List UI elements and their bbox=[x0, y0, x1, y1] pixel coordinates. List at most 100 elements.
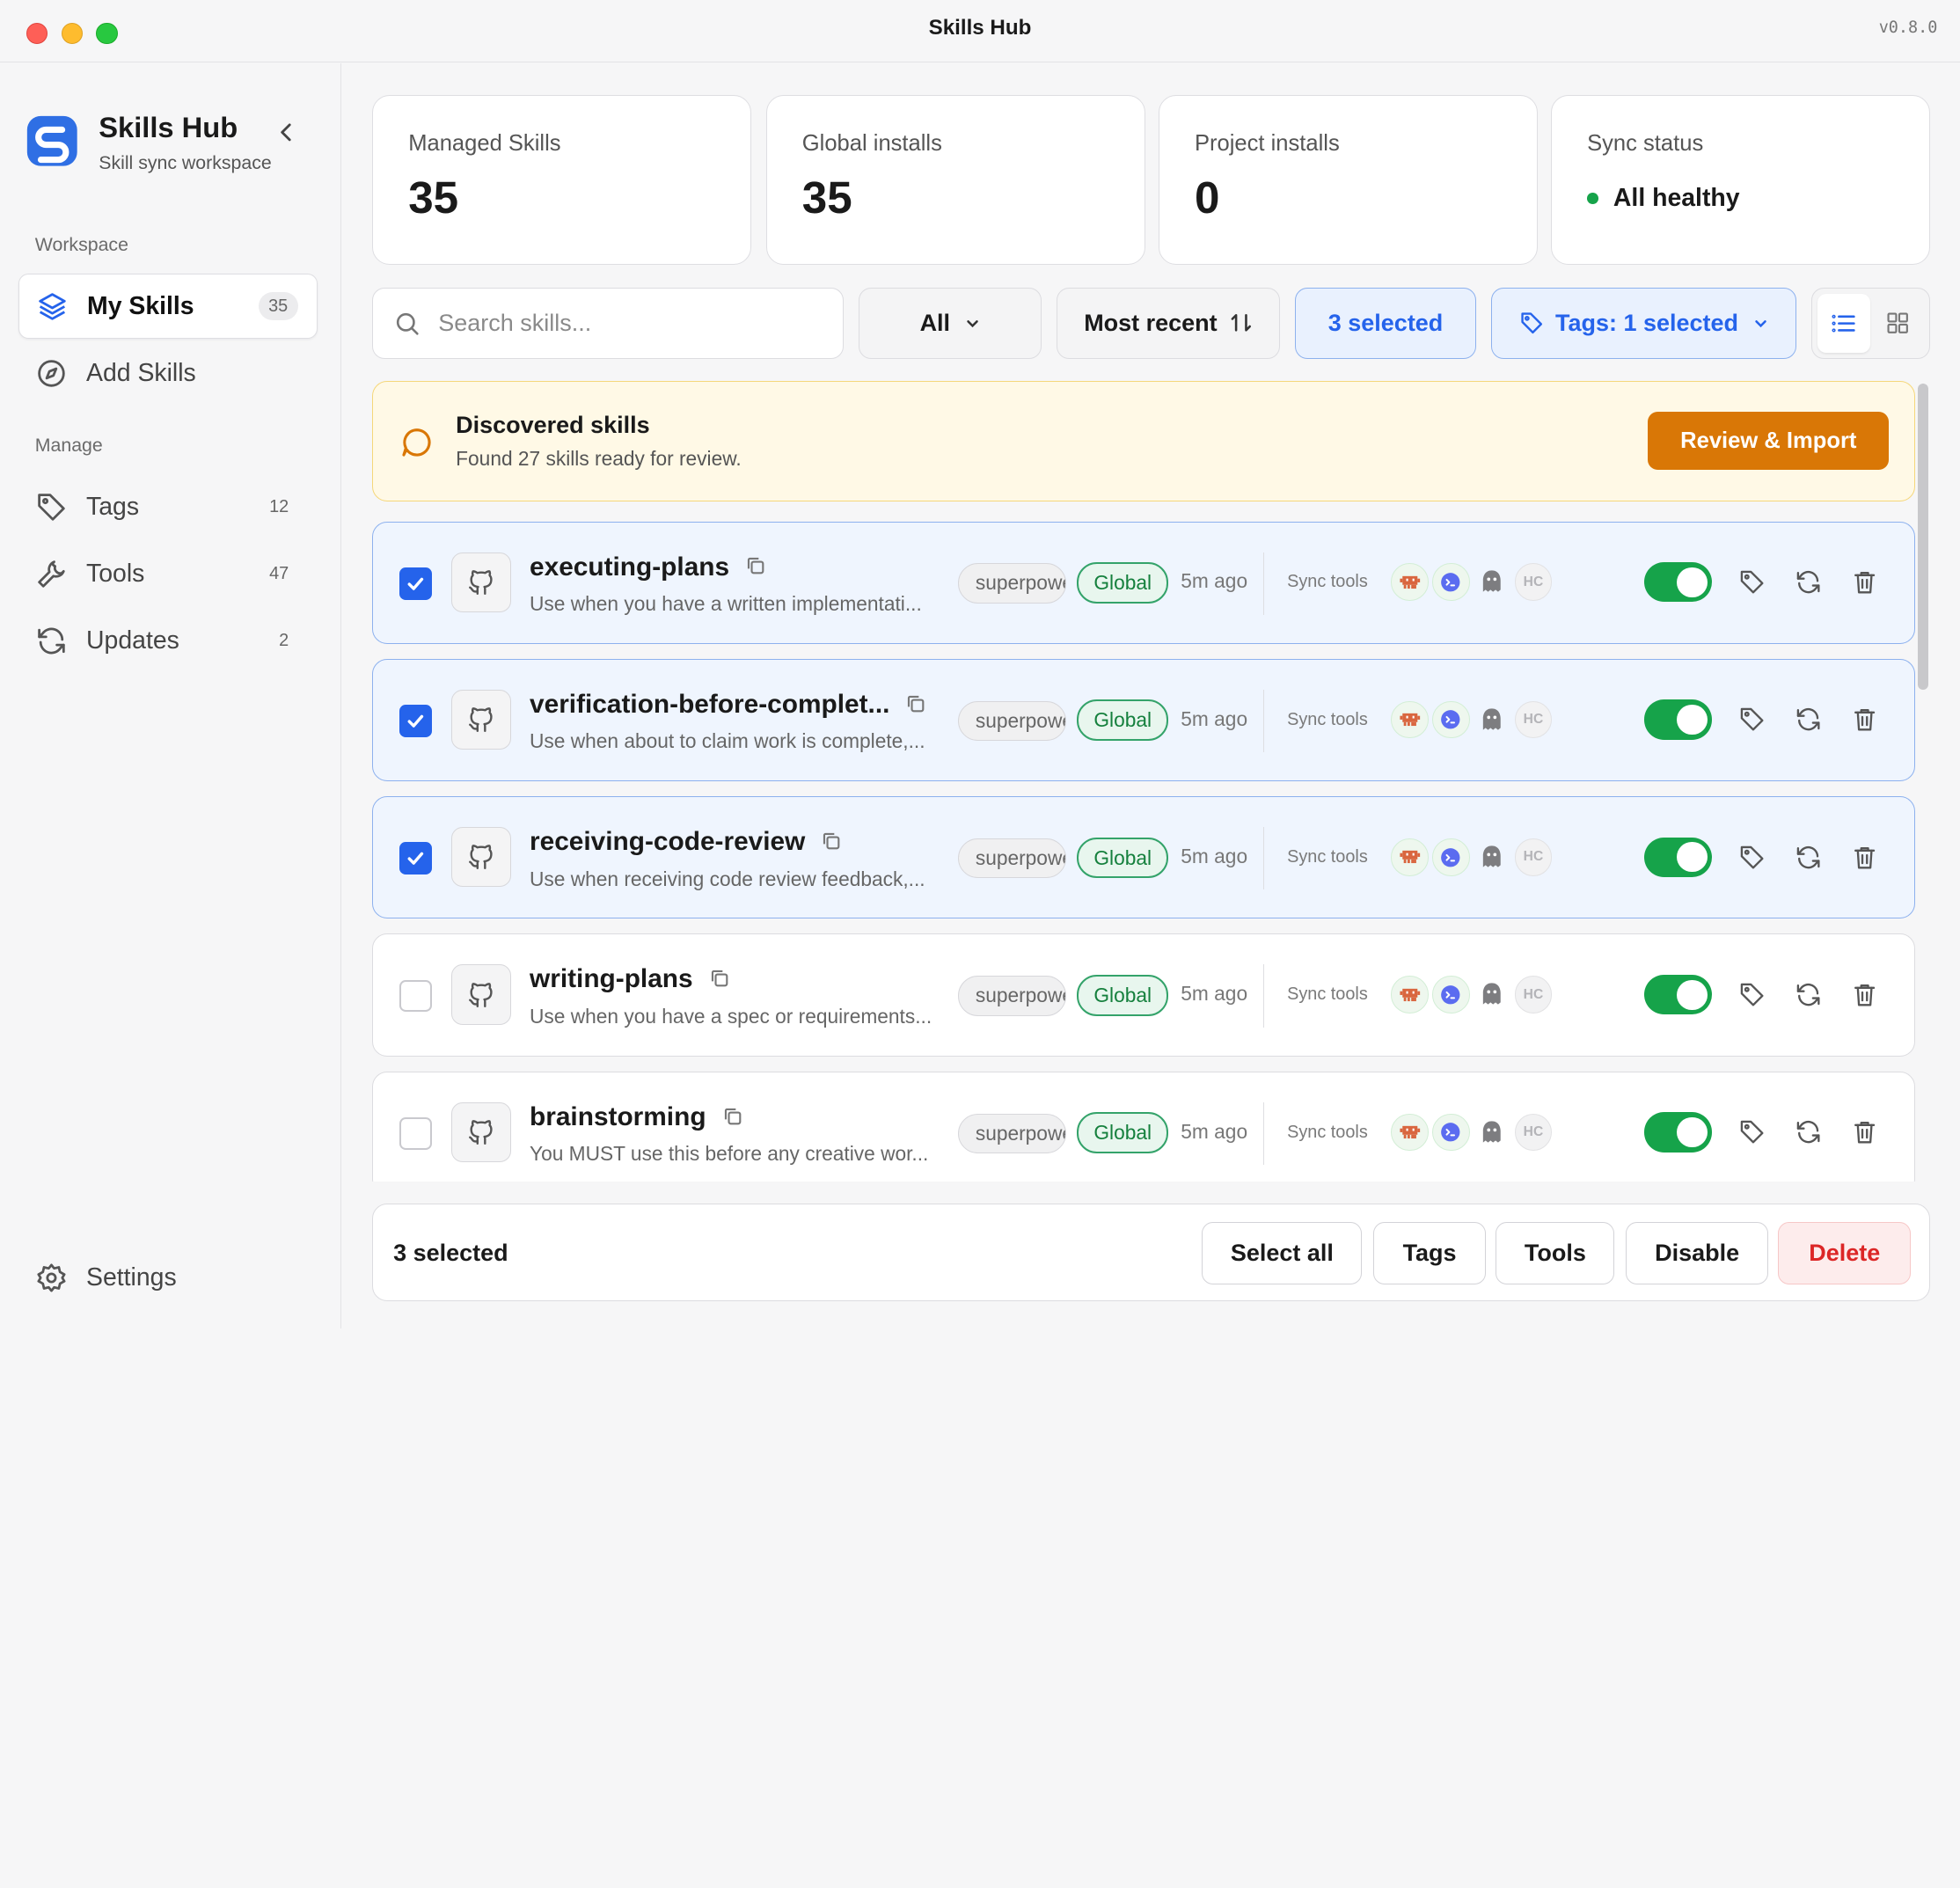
skill-checkbox[interactable] bbox=[399, 1116, 433, 1150]
codex-tool-icon[interactable] bbox=[1431, 563, 1470, 601]
skill-name[interactable]: executing-plans bbox=[530, 552, 729, 582]
search-input[interactable] bbox=[438, 309, 814, 337]
skill-checkbox[interactable] bbox=[399, 704, 433, 737]
brand: Skills Hub Skill sync workspace bbox=[25, 111, 272, 174]
enable-toggle[interactable] bbox=[1644, 561, 1713, 603]
copy-icon[interactable] bbox=[904, 692, 927, 715]
hc-tool-badge[interactable]: HC bbox=[1514, 976, 1553, 1014]
skill-name-wrap: brainstorming bbox=[530, 1102, 743, 1132]
sidebar-item-label: My Skills bbox=[87, 291, 194, 320]
codex-tool-icon[interactable] bbox=[1431, 976, 1470, 1014]
gemini-tool-icon[interactable] bbox=[1474, 701, 1511, 739]
sidebar-item-updates[interactable]: Updates 2 bbox=[18, 609, 318, 674]
row-delete-button[interactable] bbox=[1848, 841, 1881, 874]
codex-tool-icon[interactable] bbox=[1431, 838, 1470, 876]
claude-tool-icon[interactable] bbox=[1391, 1113, 1429, 1152]
copy-icon[interactable] bbox=[820, 830, 843, 853]
sync-tools-label: Sync tools bbox=[1287, 1122, 1368, 1142]
select-all-button[interactable]: Select all bbox=[1202, 1222, 1363, 1285]
filter-dropdown[interactable]: All bbox=[859, 287, 1042, 359]
skill-name[interactable]: brainstorming bbox=[530, 1102, 706, 1132]
tags-filter-dropdown[interactable]: Tags: 1 selected bbox=[1491, 287, 1796, 359]
copy-icon[interactable] bbox=[721, 1105, 744, 1128]
review-import-button[interactable]: Review & Import bbox=[1648, 412, 1890, 470]
skill-checkbox[interactable] bbox=[399, 842, 433, 875]
skill-name[interactable]: receiving-code-review bbox=[530, 827, 805, 857]
gemini-tool-icon[interactable] bbox=[1474, 1114, 1511, 1152]
row-sync-button[interactable] bbox=[1792, 1116, 1825, 1148]
codex-tool-icon[interactable] bbox=[1431, 1113, 1470, 1152]
list-scrollbar[interactable] bbox=[1917, 384, 1929, 691]
skill-name[interactable]: verification-before-complet... bbox=[530, 690, 889, 720]
row-tag-button[interactable] bbox=[1736, 1116, 1768, 1148]
updated-time: 5m ago bbox=[1181, 982, 1248, 1006]
sort-arrows-icon bbox=[1231, 314, 1251, 333]
sidebar-item-settings[interactable]: Settings bbox=[18, 1245, 318, 1310]
status-dot-icon bbox=[1587, 193, 1598, 204]
divider bbox=[1263, 827, 1265, 890]
row-sync-button[interactable] bbox=[1792, 704, 1825, 736]
selected-count-button[interactable]: 3 selected bbox=[1295, 287, 1477, 359]
source-badge: superpowers bbox=[958, 976, 1066, 1016]
copy-icon[interactable] bbox=[744, 554, 767, 577]
trash-icon bbox=[1854, 1122, 1876, 1144]
collapse-sidebar-icon[interactable] bbox=[277, 122, 297, 143]
codex-tool-icon[interactable] bbox=[1431, 700, 1470, 739]
hc-tool-badge[interactable]: HC bbox=[1514, 1113, 1553, 1152]
claude-tool-icon[interactable] bbox=[1391, 838, 1429, 876]
skill-row[interactable]: brainstorming You MUST use this before a… bbox=[372, 1071, 1915, 1182]
sidebar-item-tools[interactable]: Tools 47 bbox=[18, 541, 318, 606]
skill-row[interactable]: writing-plans Use when you have a spec o… bbox=[372, 933, 1915, 1057]
row-delete-button[interactable] bbox=[1848, 1116, 1881, 1148]
row-delete-button[interactable] bbox=[1848, 566, 1881, 598]
hc-tool-badge[interactable]: HC bbox=[1514, 838, 1553, 876]
row-tag-button[interactable] bbox=[1736, 978, 1768, 1011]
row-delete-button[interactable] bbox=[1848, 978, 1881, 1011]
github-source-icon bbox=[450, 827, 511, 888]
sync-tools-label: Sync tools bbox=[1287, 984, 1368, 1005]
grid-view-button[interactable] bbox=[1870, 294, 1924, 353]
sidebar-item-add-skills[interactable]: Add Skills bbox=[18, 341, 318, 406]
enable-toggle[interactable] bbox=[1644, 974, 1713, 1015]
search-box[interactable] bbox=[372, 287, 845, 359]
row-sync-button[interactable] bbox=[1792, 566, 1825, 598]
enable-toggle[interactable] bbox=[1644, 1112, 1713, 1153]
skill-description: Use when receiving code review feedback,… bbox=[530, 867, 925, 890]
row-tag-button[interactable] bbox=[1736, 566, 1768, 598]
layers-icon bbox=[36, 290, 69, 323]
gemini-tool-icon[interactable] bbox=[1474, 976, 1511, 1014]
enable-toggle[interactable] bbox=[1644, 837, 1713, 878]
enable-toggle[interactable] bbox=[1644, 699, 1713, 740]
copy-icon[interactable] bbox=[708, 967, 731, 990]
claude-tool-icon[interactable] bbox=[1391, 976, 1429, 1014]
skill-row[interactable]: executing-plans Use when you have a writ… bbox=[372, 521, 1915, 644]
row-tag-button[interactable] bbox=[1736, 704, 1768, 736]
bulk-tags-button[interactable]: Tags bbox=[1373, 1222, 1486, 1285]
claude-tool-icon[interactable] bbox=[1391, 563, 1429, 601]
hc-tool-badge[interactable]: HC bbox=[1514, 563, 1553, 601]
row-tag-button[interactable] bbox=[1736, 841, 1768, 874]
skill-row[interactable]: verification-before-complet... Use when … bbox=[372, 658, 1915, 782]
sidebar-item-tags[interactable]: Tags 12 bbox=[18, 475, 318, 540]
gemini-tool-icon[interactable] bbox=[1474, 838, 1511, 876]
row-sync-button[interactable] bbox=[1792, 841, 1825, 874]
skill-checkbox[interactable] bbox=[399, 979, 433, 1013]
list-view-button[interactable] bbox=[1817, 293, 1871, 353]
sidebar-item-my-skills[interactable]: My Skills 35 bbox=[18, 274, 318, 340]
window-title: Skills Hub bbox=[928, 16, 1032, 40]
bulk-delete-button[interactable]: Delete bbox=[1778, 1222, 1912, 1285]
skill-checkbox[interactable] bbox=[399, 567, 433, 600]
bulk-disable-button[interactable]: Disable bbox=[1626, 1222, 1769, 1285]
skill-name[interactable]: writing-plans bbox=[530, 964, 693, 994]
bulk-tools-button[interactable]: Tools bbox=[1496, 1222, 1615, 1285]
skill-row[interactable]: receiving-code-review Use when receiving… bbox=[372, 796, 1915, 919]
gemini-tool-icon[interactable] bbox=[1474, 563, 1511, 601]
row-delete-button[interactable] bbox=[1848, 704, 1881, 736]
sidebar-item-label: Tags bbox=[86, 493, 140, 522]
row-sync-button[interactable] bbox=[1792, 978, 1825, 1011]
hc-tool-badge[interactable]: HC bbox=[1514, 700, 1553, 739]
sort-button[interactable]: Most recent bbox=[1056, 287, 1280, 359]
github-source-icon bbox=[450, 552, 511, 612]
claude-tool-icon[interactable] bbox=[1391, 700, 1429, 739]
scope-badge: Global bbox=[1077, 974, 1169, 1016]
